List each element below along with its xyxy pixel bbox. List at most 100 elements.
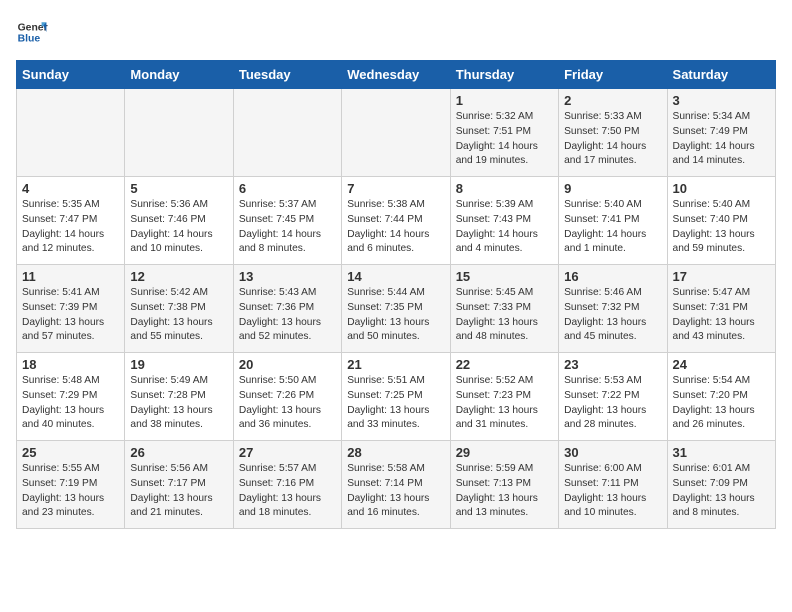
- day-number: 26: [130, 445, 227, 460]
- week-row-4: 18 Sunrise: 5:48 AM Sunset: 7:29 PM Dayli…: [17, 353, 776, 441]
- cell-details: Sunrise: 6:01 AM Sunset: 7:09 PM Dayligh…: [673, 462, 770, 521]
- calendar-cell: 3 Sunrise: 5:34 AM Sunset: 7:49 PM Daylig…: [667, 89, 775, 177]
- day-number: 24: [673, 357, 770, 372]
- day-number: 18: [22, 357, 119, 372]
- calendar-cell: 1 Sunrise: 5:32 AM Sunset: 7:51 PM Daylig…: [450, 89, 558, 177]
- week-row-2: 4Sunrise: 5:35 AM Sunset: 7:47 PM Daylig…: [17, 177, 776, 265]
- cell-details: Sunrise: 5:56 AM Sunset: 7:17 PM Dayligh…: [130, 462, 227, 521]
- calendar-cell: 16 Sunrise: 5:46 AM Sunset: 7:32 PM Dayli…: [559, 265, 667, 353]
- cell-details: Sunrise: 6:00 AM Sunset: 7:11 PM Dayligh…: [564, 462, 661, 521]
- cell-details: Sunrise: 5:43 AM Sunset: 7:36 PM Dayligh…: [239, 286, 336, 345]
- calendar-cell: 21Sunrise: 5:51 AM Sunset: 7:25 PM Dayli…: [342, 353, 450, 441]
- calendar-cell: [342, 89, 450, 177]
- cell-details: Sunrise: 5:38 AM Sunset: 7:44 PM Dayligh…: [347, 198, 444, 257]
- weekday-header-sunday: Sunday: [17, 61, 125, 89]
- day-number: 2: [564, 93, 661, 108]
- calendar-cell: 27 Sunrise: 5:57 AM Sunset: 7:16 PM Dayli…: [233, 441, 341, 529]
- cell-details: Sunrise: 5:41 AM Sunset: 7:39 PM Dayligh…: [22, 286, 119, 345]
- day-number: 11: [22, 269, 119, 284]
- cell-details: Sunrise: 5:37 AM Sunset: 7:45 PM Dayligh…: [239, 198, 336, 257]
- weekday-header-row: SundayMondayTuesdayWednesdayThursdayFrid…: [17, 61, 776, 89]
- week-row-5: 25Sunrise: 5:55 AM Sunset: 7:19 PM Dayli…: [17, 441, 776, 529]
- cell-details: Sunrise: 5:33 AM Sunset: 7:50 PM Dayligh…: [564, 110, 661, 169]
- calendar-cell: 2 Sunrise: 5:33 AM Sunset: 7:50 PM Daylig…: [559, 89, 667, 177]
- calendar-cell: 30 Sunrise: 6:00 AM Sunset: 7:11 PM Dayli…: [559, 441, 667, 529]
- weekday-header-monday: Monday: [125, 61, 233, 89]
- week-row-3: 11 Sunrise: 5:41 AM Sunset: 7:39 PM Dayli…: [17, 265, 776, 353]
- calendar-cell: 29Sunrise: 5:59 AM Sunset: 7:13 PM Dayli…: [450, 441, 558, 529]
- calendar-cell: 18 Sunrise: 5:48 AM Sunset: 7:29 PM Dayli…: [17, 353, 125, 441]
- calendar-cell: 24 Sunrise: 5:54 AM Sunset: 7:20 PM Dayli…: [667, 353, 775, 441]
- weekday-header-friday: Friday: [559, 61, 667, 89]
- cell-details: Sunrise: 5:46 AM Sunset: 7:32 PM Dayligh…: [564, 286, 661, 345]
- calendar-cell: 14 Sunrise: 5:44 AM Sunset: 7:35 PM Dayli…: [342, 265, 450, 353]
- logo: General Blue: [16, 16, 48, 48]
- calendar-cell: 20Sunrise: 5:50 AM Sunset: 7:26 PM Dayli…: [233, 353, 341, 441]
- calendar-cell: 4Sunrise: 5:35 AM Sunset: 7:47 PM Daylig…: [17, 177, 125, 265]
- cell-details: Sunrise: 5:44 AM Sunset: 7:35 PM Dayligh…: [347, 286, 444, 345]
- calendar-cell: [233, 89, 341, 177]
- calendar-cell: 22 Sunrise: 5:52 AM Sunset: 7:23 PM Dayli…: [450, 353, 558, 441]
- week-row-1: 1 Sunrise: 5:32 AM Sunset: 7:51 PM Daylig…: [17, 89, 776, 177]
- calendar-cell: [17, 89, 125, 177]
- cell-details: Sunrise: 5:47 AM Sunset: 7:31 PM Dayligh…: [673, 286, 770, 345]
- day-number: 23: [564, 357, 661, 372]
- cell-details: Sunrise: 5:42 AM Sunset: 7:38 PM Dayligh…: [130, 286, 227, 345]
- cell-details: Sunrise: 5:39 AM Sunset: 7:43 PM Dayligh…: [456, 198, 553, 257]
- cell-details: Sunrise: 5:54 AM Sunset: 7:20 PM Dayligh…: [673, 374, 770, 433]
- day-number: 28: [347, 445, 444, 460]
- cell-details: Sunrise: 5:34 AM Sunset: 7:49 PM Dayligh…: [673, 110, 770, 169]
- weekday-header-tuesday: Tuesday: [233, 61, 341, 89]
- cell-details: Sunrise: 5:57 AM Sunset: 7:16 PM Dayligh…: [239, 462, 336, 521]
- calendar-cell: 8Sunrise: 5:39 AM Sunset: 7:43 PM Daylig…: [450, 177, 558, 265]
- cell-details: Sunrise: 5:40 AM Sunset: 7:41 PM Dayligh…: [564, 198, 661, 257]
- calendar-cell: 11 Sunrise: 5:41 AM Sunset: 7:39 PM Dayli…: [17, 265, 125, 353]
- weekday-header-thursday: Thursday: [450, 61, 558, 89]
- calendar-cell: 26 Sunrise: 5:56 AM Sunset: 7:17 PM Dayli…: [125, 441, 233, 529]
- calendar-cell: 5 Sunrise: 5:36 AM Sunset: 7:46 PM Daylig…: [125, 177, 233, 265]
- day-number: 25: [22, 445, 119, 460]
- calendar-table: SundayMondayTuesdayWednesdayThursdayFrid…: [16, 60, 776, 529]
- calendar-cell: 9 Sunrise: 5:40 AM Sunset: 7:41 PM Daylig…: [559, 177, 667, 265]
- day-number: 27: [239, 445, 336, 460]
- day-number: 5: [130, 181, 227, 196]
- cell-details: Sunrise: 5:48 AM Sunset: 7:29 PM Dayligh…: [22, 374, 119, 433]
- day-number: 31: [673, 445, 770, 460]
- day-number: 15: [456, 269, 553, 284]
- cell-details: Sunrise: 5:36 AM Sunset: 7:46 PM Dayligh…: [130, 198, 227, 257]
- cell-details: Sunrise: 5:58 AM Sunset: 7:14 PM Dayligh…: [347, 462, 444, 521]
- calendar-cell: 25Sunrise: 5:55 AM Sunset: 7:19 PM Dayli…: [17, 441, 125, 529]
- day-number: 6: [239, 181, 336, 196]
- day-number: 1: [456, 93, 553, 108]
- day-number: 22: [456, 357, 553, 372]
- calendar-cell: [125, 89, 233, 177]
- day-number: 10: [673, 181, 770, 196]
- day-number: 17: [673, 269, 770, 284]
- logo-icon: General Blue: [16, 16, 48, 48]
- cell-details: Sunrise: 5:32 AM Sunset: 7:51 PM Dayligh…: [456, 110, 553, 169]
- cell-details: Sunrise: 5:45 AM Sunset: 7:33 PM Dayligh…: [456, 286, 553, 345]
- day-number: 30: [564, 445, 661, 460]
- cell-details: Sunrise: 5:53 AM Sunset: 7:22 PM Dayligh…: [564, 374, 661, 433]
- day-number: 14: [347, 269, 444, 284]
- day-number: 9: [564, 181, 661, 196]
- day-number: 20: [239, 357, 336, 372]
- calendar-cell: 31 Sunrise: 6:01 AM Sunset: 7:09 PM Dayli…: [667, 441, 775, 529]
- day-number: 19: [130, 357, 227, 372]
- cell-details: Sunrise: 5:40 AM Sunset: 7:40 PM Dayligh…: [673, 198, 770, 257]
- calendar-cell: 19 Sunrise: 5:49 AM Sunset: 7:28 PM Dayli…: [125, 353, 233, 441]
- weekday-header-wednesday: Wednesday: [342, 61, 450, 89]
- weekday-header-saturday: Saturday: [667, 61, 775, 89]
- calendar-cell: 28 Sunrise: 5:58 AM Sunset: 7:14 PM Dayli…: [342, 441, 450, 529]
- calendar-cell: 10 Sunrise: 5:40 AM Sunset: 7:40 PM Dayli…: [667, 177, 775, 265]
- cell-details: Sunrise: 5:35 AM Sunset: 7:47 PM Dayligh…: [22, 198, 119, 257]
- day-number: 29: [456, 445, 553, 460]
- day-number: 12: [130, 269, 227, 284]
- cell-details: Sunrise: 5:52 AM Sunset: 7:23 PM Dayligh…: [456, 374, 553, 433]
- cell-details: Sunrise: 5:49 AM Sunset: 7:28 PM Dayligh…: [130, 374, 227, 433]
- day-number: 3: [673, 93, 770, 108]
- calendar-cell: 23 Sunrise: 5:53 AM Sunset: 7:22 PM Dayli…: [559, 353, 667, 441]
- day-number: 16: [564, 269, 661, 284]
- day-number: 13: [239, 269, 336, 284]
- calendar-cell: 7Sunrise: 5:38 AM Sunset: 7:44 PM Daylig…: [342, 177, 450, 265]
